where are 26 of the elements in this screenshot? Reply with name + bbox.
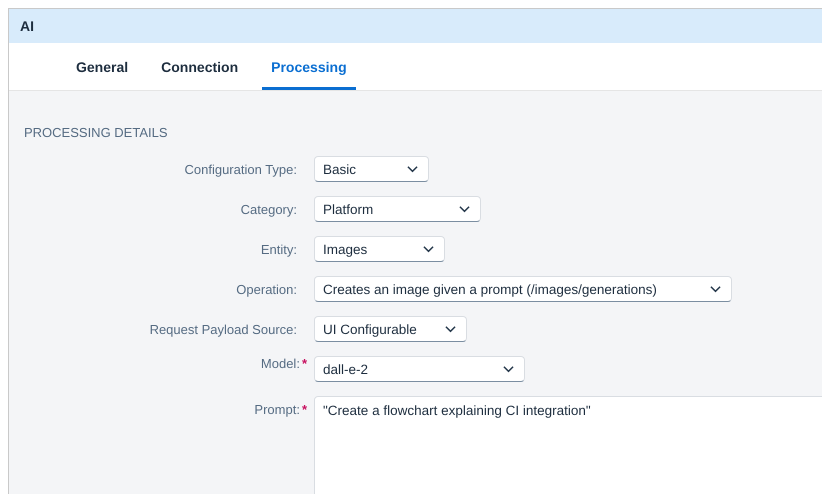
field-label: Prompt: [254, 402, 300, 417]
field-label: Configuration Type: [184, 162, 297, 176]
required-mark: * [302, 402, 307, 417]
section-title: PROCESSING DETAILS [23, 125, 169, 140]
required-mark: * [302, 356, 307, 371]
dropdown[interactable]: Images [314, 236, 445, 262]
window-title: AI [20, 18, 34, 34]
dropdown[interactable]: Basic [314, 156, 429, 182]
chevron-down-icon [710, 285, 721, 293]
chevron-down-icon [423, 245, 434, 253]
field-label: Category: [240, 202, 297, 216]
dropdown[interactable]: Creates an image given a prompt (/images/generations) [314, 276, 732, 302]
tab[interactable]: Connection [152, 43, 248, 90]
text-area[interactable]: "Create a flowchart explaining CI integration" [314, 396, 822, 494]
field-label: Model: [260, 356, 300, 371]
field-label: Operation: [236, 282, 297, 296]
chevron-down-icon [445, 325, 456, 333]
field-label: Entity: [260, 242, 297, 256]
tab[interactable]: General [67, 43, 138, 90]
chevron-down-icon [503, 365, 514, 373]
field-label: Request Payload Source: [150, 322, 297, 336]
dropdown[interactable]: UI Configurable [314, 316, 467, 342]
chevron-down-icon [407, 165, 418, 173]
chevron-down-icon [459, 205, 470, 213]
dropdown[interactable]: Platform [314, 196, 481, 222]
dropdown[interactable]: dall-e-2 [314, 356, 525, 382]
